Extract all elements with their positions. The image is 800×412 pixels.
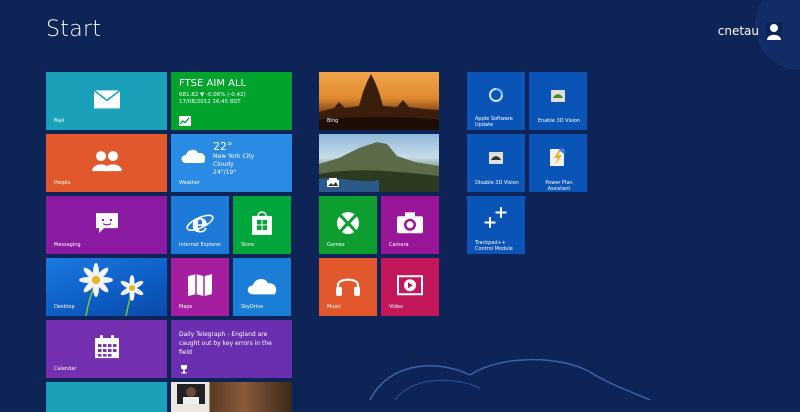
tile-skydrive[interactable]: SkyDrive	[233, 258, 291, 316]
tile-video[interactable]: Video	[381, 258, 439, 316]
tile-internet-explorer[interactable]: e Internet Explorer	[171, 196, 229, 254]
tile-power-plan-label: Power Plan Assistant	[545, 180, 573, 192]
tile-disable-3d-vision[interactable]: Disable 3D Vision	[467, 134, 525, 192]
tile-finance[interactable]: FTSE AIM ALL 681.82 ▼ -0.06% (-0.42) 17/…	[171, 72, 292, 130]
store-icon	[252, 211, 272, 235]
tile-enable-3d-label: Enable 3D Vision	[537, 118, 581, 124]
user-name: cnetau	[717, 24, 759, 38]
tile-messaging-label: Messaging	[54, 242, 81, 248]
weather-range: 24°/19°	[213, 169, 237, 176]
tile-maps[interactable]: Maps	[171, 258, 229, 316]
messaging-icon	[95, 213, 118, 234]
weather-city: New York City	[213, 153, 255, 160]
tile-trackpad-control[interactable]: Trackpad++ Control Module	[467, 196, 525, 254]
headphones-icon	[336, 278, 360, 296]
weather-temperature: 22°	[213, 140, 233, 153]
tile-photos[interactable]	[319, 134, 439, 192]
tile-maps-label: Maps	[179, 304, 193, 310]
tile-bing-label: Bing	[327, 118, 339, 124]
tile-enable-3d-vision[interactable]: Enable 3D Vision	[529, 72, 587, 130]
chart-icon	[179, 116, 191, 126]
photos-icon	[327, 178, 339, 187]
trophy-icon	[181, 365, 187, 374]
tile-desktop[interactable]: Desktop	[46, 258, 167, 316]
nvidia-3d-icon	[551, 90, 565, 102]
tile-internet-explorer-label: Internet Explorer	[179, 242, 222, 248]
tile-apple-software-update[interactable]: Apple Software Update	[467, 72, 525, 130]
tile-camera-label: Camera	[389, 242, 409, 248]
weather-condition: Cloudy	[213, 161, 234, 168]
maps-icon	[188, 274, 212, 297]
tile-mail[interactable]: Mail	[46, 72, 167, 130]
tile-camera[interactable]: Camera	[381, 196, 439, 254]
mail-icon	[93, 89, 120, 109]
tile-music-label: Music	[327, 304, 342, 310]
power-plan-icon	[550, 148, 566, 166]
tile-desktop-label: Desktop	[54, 304, 75, 310]
people-icon	[91, 151, 122, 172]
svg-text:e: e	[192, 209, 209, 237]
xbox-icon	[337, 212, 359, 235]
tile-calendar-label: Calendar	[54, 366, 77, 372]
tile-store[interactable]: Store	[233, 196, 291, 254]
cloud-icon	[181, 149, 206, 163]
skydrive-cloud-icon	[247, 279, 277, 295]
tile-power-plan-assistant[interactable]: Power Plan Assistant	[529, 134, 587, 192]
tile-apple-update-label: Apple Software Update	[475, 116, 513, 128]
tile-music[interactable]: Music	[319, 258, 377, 316]
tile-bing[interactable]: Bing	[319, 72, 439, 130]
tile-games[interactable]: Games	[319, 196, 377, 254]
user-account[interactable]: cnetau	[718, 22, 782, 40]
tile-photo-bottom[interactable]	[171, 382, 292, 412]
tile-people-label: People	[54, 180, 71, 186]
finance-change: 681.82 ▼ -0.06% (-0.42)	[179, 92, 246, 98]
tile-weather[interactable]: 22° New York City Cloudy 24°/19° Weather	[171, 134, 292, 192]
tile-mail-label: Mail	[54, 118, 65, 124]
start-title: Start	[46, 17, 102, 42]
tile-messaging[interactable]: Messaging	[46, 196, 167, 254]
internet-explorer-icon: e	[186, 209, 214, 237]
nvidia-3d-icon	[489, 152, 503, 164]
trackpad-plus-icon	[484, 207, 507, 228]
apple-update-icon	[489, 88, 503, 102]
tile-store-label: Store	[241, 242, 255, 248]
calendar-icon	[94, 335, 119, 359]
tile-games-label: Games	[327, 242, 345, 248]
tile-disable-3d-label: Disable 3D Vision	[475, 180, 519, 186]
tile-video-label: Video	[389, 304, 404, 310]
tile-partial-bottom-left[interactable]	[46, 382, 167, 412]
video-icon	[397, 275, 423, 296]
tile-trackpad-label: Trackpad++ Control Module	[475, 240, 513, 252]
tile-weather-label: Weather	[179, 180, 201, 186]
tile-calendar[interactable]: Calendar	[46, 320, 167, 378]
tile-skydrive-label: SkyDrive	[241, 304, 264, 310]
news-headline: Daily Telegraph - England are caught out…	[179, 331, 272, 356]
person-photo	[177, 384, 205, 404]
camera-icon	[397, 212, 423, 234]
finance-title: FTSE AIM ALL	[179, 78, 247, 89]
user-avatar-icon	[766, 22, 782, 40]
tile-people[interactable]: People	[46, 134, 167, 192]
finance-timestamp: 17/08/2012 16:45 BST	[179, 99, 241, 105]
tile-news[interactable]: Daily Telegraph - England are caught out…	[171, 320, 292, 378]
